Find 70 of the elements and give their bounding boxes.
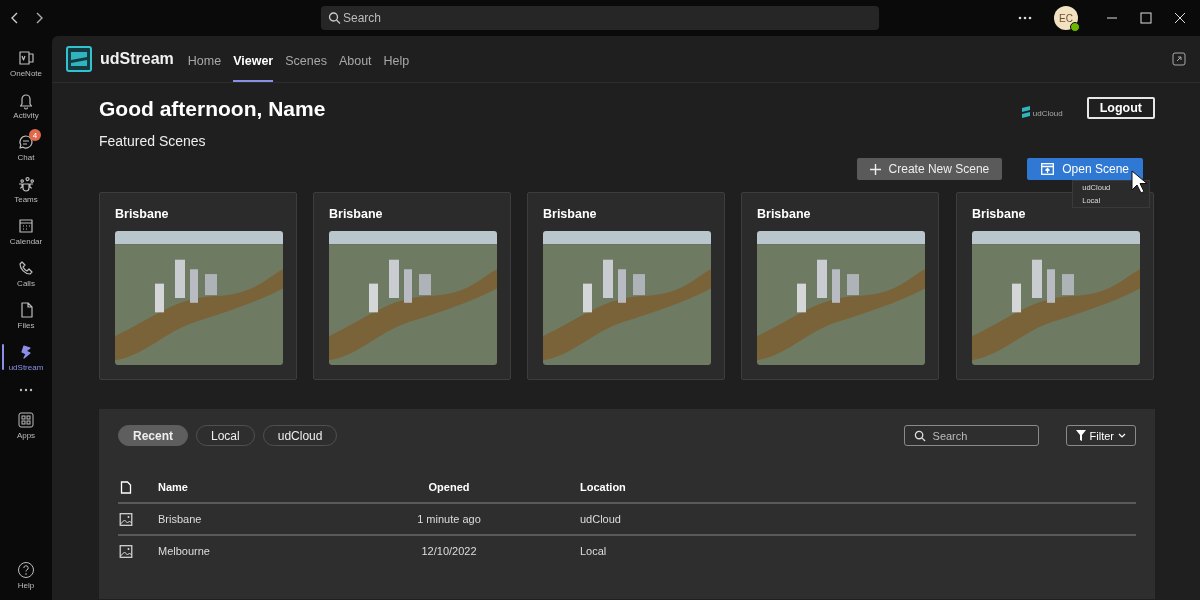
nav-tab[interactable]: About xyxy=(338,40,372,82)
card-title: Brisbane xyxy=(757,207,812,221)
nav-tab[interactable]: Home xyxy=(187,40,222,82)
apps-icon xyxy=(16,410,36,430)
card-title: Brisbane xyxy=(329,207,384,221)
table-cell-text: Brisbane xyxy=(158,513,203,525)
logout-button[interactable]: Logout xyxy=(1086,97,1155,119)
notification-badge: 4 xyxy=(29,129,41,141)
table-row[interactable]: Brisbane 1 minute ago udCloud xyxy=(118,504,1136,536)
rail-item[interactable]: Activity xyxy=(0,84,52,126)
nav-tab[interactable]: Viewer xyxy=(233,40,274,82)
brand-logo-icon xyxy=(66,46,92,72)
table-row[interactable]: Melbourne 12/10/2022 Local xyxy=(118,536,1136,566)
column-header[interactable]: Opened xyxy=(358,481,540,493)
rail-item[interactable]: Teams xyxy=(0,168,52,210)
card-title: Brisbane xyxy=(543,207,598,221)
table-cell: Local xyxy=(580,545,607,557)
open-file-icon xyxy=(1041,163,1055,175)
maximize-icon[interactable] xyxy=(1140,12,1152,24)
image-icon xyxy=(119,512,133,526)
table-cell-text: 12/10/2022 xyxy=(420,545,478,557)
rail-item[interactable]: Calendar xyxy=(0,210,52,252)
create-scene-button[interactable]: Create New Scene xyxy=(856,158,1003,180)
scene-card[interactable]: Brisbane xyxy=(99,192,297,380)
status-dot xyxy=(1070,22,1080,32)
rail-item[interactable]: OneNote xyxy=(0,42,52,84)
rail-item[interactable]: Files xyxy=(0,294,52,336)
nav-tab[interactable]: Scenes xyxy=(285,40,327,82)
search-icon xyxy=(328,11,341,25)
app-icon xyxy=(16,174,36,194)
pointer-cursor-icon xyxy=(1131,170,1150,194)
user-avatar[interactable]: EC xyxy=(1054,6,1078,30)
scene-card[interactable]: Brisbane xyxy=(313,192,511,380)
column-header[interactable]: Name xyxy=(158,481,358,493)
close-icon[interactable] xyxy=(1174,12,1186,24)
rail-item[interactable]: Calls xyxy=(0,252,52,294)
card-title: Brisbane xyxy=(115,207,170,221)
search-field[interactable]: Search xyxy=(321,6,879,30)
open-scene-button[interactable]: Open Scene xyxy=(1027,158,1143,180)
more-options-icon[interactable] xyxy=(1018,16,1032,20)
table-cell-text: 1 minute ago xyxy=(416,513,482,525)
funnel-icon xyxy=(1075,430,1086,441)
file-icon xyxy=(119,480,133,494)
more-apps-icon[interactable] xyxy=(19,388,33,392)
rail-item[interactable]: 4 Chat xyxy=(0,126,52,168)
rail-item[interactable]: Apps xyxy=(0,404,52,446)
table-cell-text: Melbourne xyxy=(158,545,211,557)
column-header[interactable]: Location xyxy=(580,481,626,493)
plus-icon xyxy=(869,163,881,175)
rail-item[interactable]: Help xyxy=(0,554,52,596)
card-title: Brisbane xyxy=(972,207,1027,221)
help-icon xyxy=(16,560,36,580)
app-icon xyxy=(16,48,36,68)
rail-item[interactable]: udStream xyxy=(0,336,52,378)
image-icon xyxy=(119,544,133,558)
chevron-down-icon xyxy=(1118,433,1126,438)
app-icon xyxy=(16,216,36,236)
scene-card[interactable]: Brisbane xyxy=(527,192,725,380)
pop-out-icon[interactable] xyxy=(1172,52,1186,66)
greeting-heading: Good afternoon, Name xyxy=(99,97,327,121)
nav-tab[interactable]: Help xyxy=(383,40,410,82)
table-cell: udCloud xyxy=(580,513,621,525)
section-title: Featured Scenes xyxy=(99,133,207,149)
filter-chip[interactable]: Recent xyxy=(118,425,188,446)
search-icon xyxy=(913,429,926,442)
brand-name: udStream xyxy=(100,50,174,68)
search-field[interactable]: Search xyxy=(903,425,1039,446)
filter-button[interactable]: Filter xyxy=(1065,425,1136,446)
partner-logo: udCloud xyxy=(1020,105,1063,121)
scene-card[interactable]: Brisbane xyxy=(741,192,939,380)
